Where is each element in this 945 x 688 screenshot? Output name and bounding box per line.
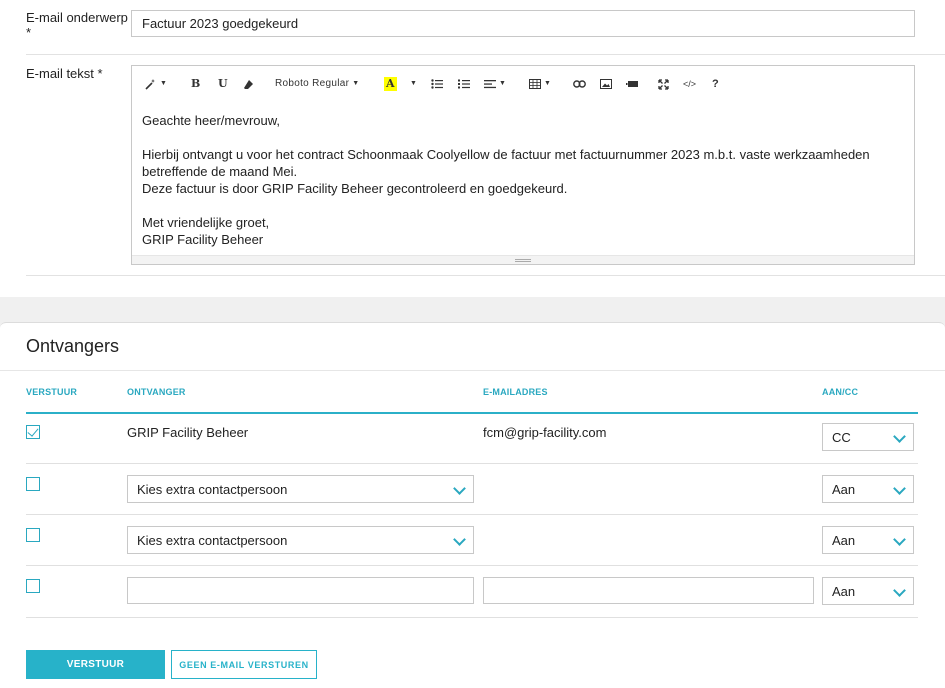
align-left-icon: [484, 80, 496, 89]
editor-resize-handle[interactable]: [132, 255, 914, 264]
body-line: Met vriendelijke groet,: [142, 215, 270, 230]
send-checkbox[interactable]: [26, 477, 40, 491]
column-header-recipient: ONTVANGER: [127, 387, 186, 397]
no-email-button[interactable]: GEEN E-MAIL VERSTUREN: [171, 650, 317, 679]
recipient-name-input[interactable]: [127, 577, 474, 604]
chevron-down-icon: [893, 430, 906, 443]
recipients-title: Ontvangers: [26, 336, 120, 356]
to-cc-value: Aan: [832, 532, 856, 548]
magic-style-button[interactable]: ▼: [144, 77, 167, 91]
chevron-down-icon: ▼: [544, 80, 551, 87]
body-line: GRIP Facility Beheer: [142, 232, 264, 247]
chevron-down-icon: [453, 533, 466, 546]
divider: [26, 275, 945, 276]
body-line: Deze factuur is door GRIP Facility Behee…: [142, 181, 568, 196]
font-family-dropdown[interactable]: Roboto Regular ▼: [275, 77, 359, 91]
to-cc-select[interactable]: CC: [822, 423, 914, 451]
contact-person-select[interactable]: Kies extra contactpersoon: [127, 526, 474, 554]
recipient-email: fcm@grip-facility.com: [483, 425, 607, 440]
recipient-email-input[interactable]: [483, 577, 814, 604]
link-icon: [573, 80, 586, 88]
to-cc-select[interactable]: Aan: [822, 526, 914, 554]
body-line: [142, 197, 892, 214]
body-line: Hierbij ontvangt u voor het contract Sch…: [142, 147, 870, 179]
subject-label-text: E-mail onderwerp: [26, 10, 128, 25]
row-divider: [26, 617, 918, 618]
contact-person-select[interactable]: Kies extra contactpersoon: [127, 475, 474, 503]
recipient-name: GRIP Facility Beheer: [127, 425, 249, 440]
magic-wand-icon: [145, 78, 155, 90]
recipients-card: [0, 322, 945, 688]
underline-button[interactable]: U: [218, 77, 228, 91]
code-view-button[interactable]: </>: [683, 77, 696, 91]
chevron-down-icon: ▼: [499, 80, 506, 87]
divider: [0, 370, 945, 371]
body-line: Geachte heer/mevrouw,: [142, 113, 281, 128]
chevron-down-icon: ▼: [352, 80, 360, 87]
send-button[interactable]: VERSTUUR: [26, 650, 165, 679]
send-checkbox[interactable]: [26, 579, 40, 593]
subject-label: E-mail onderwerp *: [26, 10, 128, 40]
table-header-divider: [26, 412, 918, 414]
expand-icon: [658, 78, 669, 90]
row-divider: [26, 514, 918, 515]
help-button[interactable]: ?: [712, 77, 719, 91]
contact-person-value: Kies extra contactpersoon: [137, 532, 288, 548]
chevron-down-icon: [893, 584, 906, 597]
column-header-email: E-MAILADRES: [483, 387, 548, 397]
text-highlight-button[interactable]: A: [384, 77, 397, 91]
row-divider: [26, 463, 918, 464]
email-compose-card: E-mail onderwerp * E-mail tekst * ▼ B U …: [0, 0, 945, 297]
body-label: E-mail tekst *: [26, 66, 103, 81]
highlight-color-icon: A: [384, 77, 397, 91]
subject-input[interactable]: [131, 10, 915, 37]
unordered-list-button[interactable]: [431, 77, 443, 91]
rich-text-editor[interactable]: ▼ B U Roboto Regular ▼ A ▼ ▼ ▼ </> ? Gea…: [131, 65, 915, 265]
chevron-down-icon: [893, 533, 906, 546]
to-cc-value: CC: [832, 429, 851, 445]
send-checkbox[interactable]: [26, 528, 40, 542]
font-family-label: Roboto Regular: [275, 78, 350, 89]
to-cc-value: Aan: [832, 481, 856, 497]
bullet-list-icon: [431, 79, 443, 89]
send-checkbox[interactable]: [26, 425, 40, 439]
table-dropdown[interactable]: ▼: [529, 77, 551, 91]
fullscreen-button[interactable]: [658, 77, 669, 91]
contact-person-value: Kies extra contactpersoon: [137, 481, 288, 497]
subject-required-marker: *: [26, 25, 32, 40]
row-divider: [26, 565, 918, 566]
chevron-down-icon: [893, 482, 906, 495]
paragraph-align-dropdown[interactable]: ▼: [484, 77, 506, 91]
table-icon: [529, 79, 541, 89]
insert-link-button[interactable]: [573, 77, 586, 91]
eraser-button[interactable]: [243, 77, 254, 91]
to-cc-select[interactable]: Aan: [822, 577, 914, 605]
chevron-down-icon: ▼: [410, 80, 417, 87]
ordered-list-button[interactable]: [458, 77, 470, 91]
to-cc-value: Aan: [832, 583, 856, 599]
to-cc-select[interactable]: Aan: [822, 475, 914, 503]
column-header-to-cc: AAN/CC: [822, 387, 859, 397]
image-icon: [600, 79, 612, 89]
editor-toolbar: ▼ B U Roboto Regular ▼ A ▼ ▼ ▼ </> ?: [132, 66, 914, 102]
chevron-down-icon: [453, 482, 466, 495]
insert-video-button[interactable]: [626, 77, 638, 91]
body-line: [142, 129, 892, 146]
numbered-list-icon: [458, 79, 470, 89]
grip-icon: [515, 259, 531, 262]
video-icon: [626, 81, 638, 87]
divider: [26, 54, 945, 55]
editor-content[interactable]: Geachte heer/mevrouw, Hierbij ontvangt u…: [142, 112, 892, 248]
highlight-color-dropdown[interactable]: ▼: [407, 77, 417, 91]
bold-button[interactable]: B: [191, 77, 200, 91]
insert-image-button[interactable]: [600, 77, 612, 91]
column-header-send: VERSTUUR: [26, 387, 78, 397]
eraser-icon: [244, 79, 253, 89]
chevron-down-icon: ▼: [160, 80, 167, 87]
